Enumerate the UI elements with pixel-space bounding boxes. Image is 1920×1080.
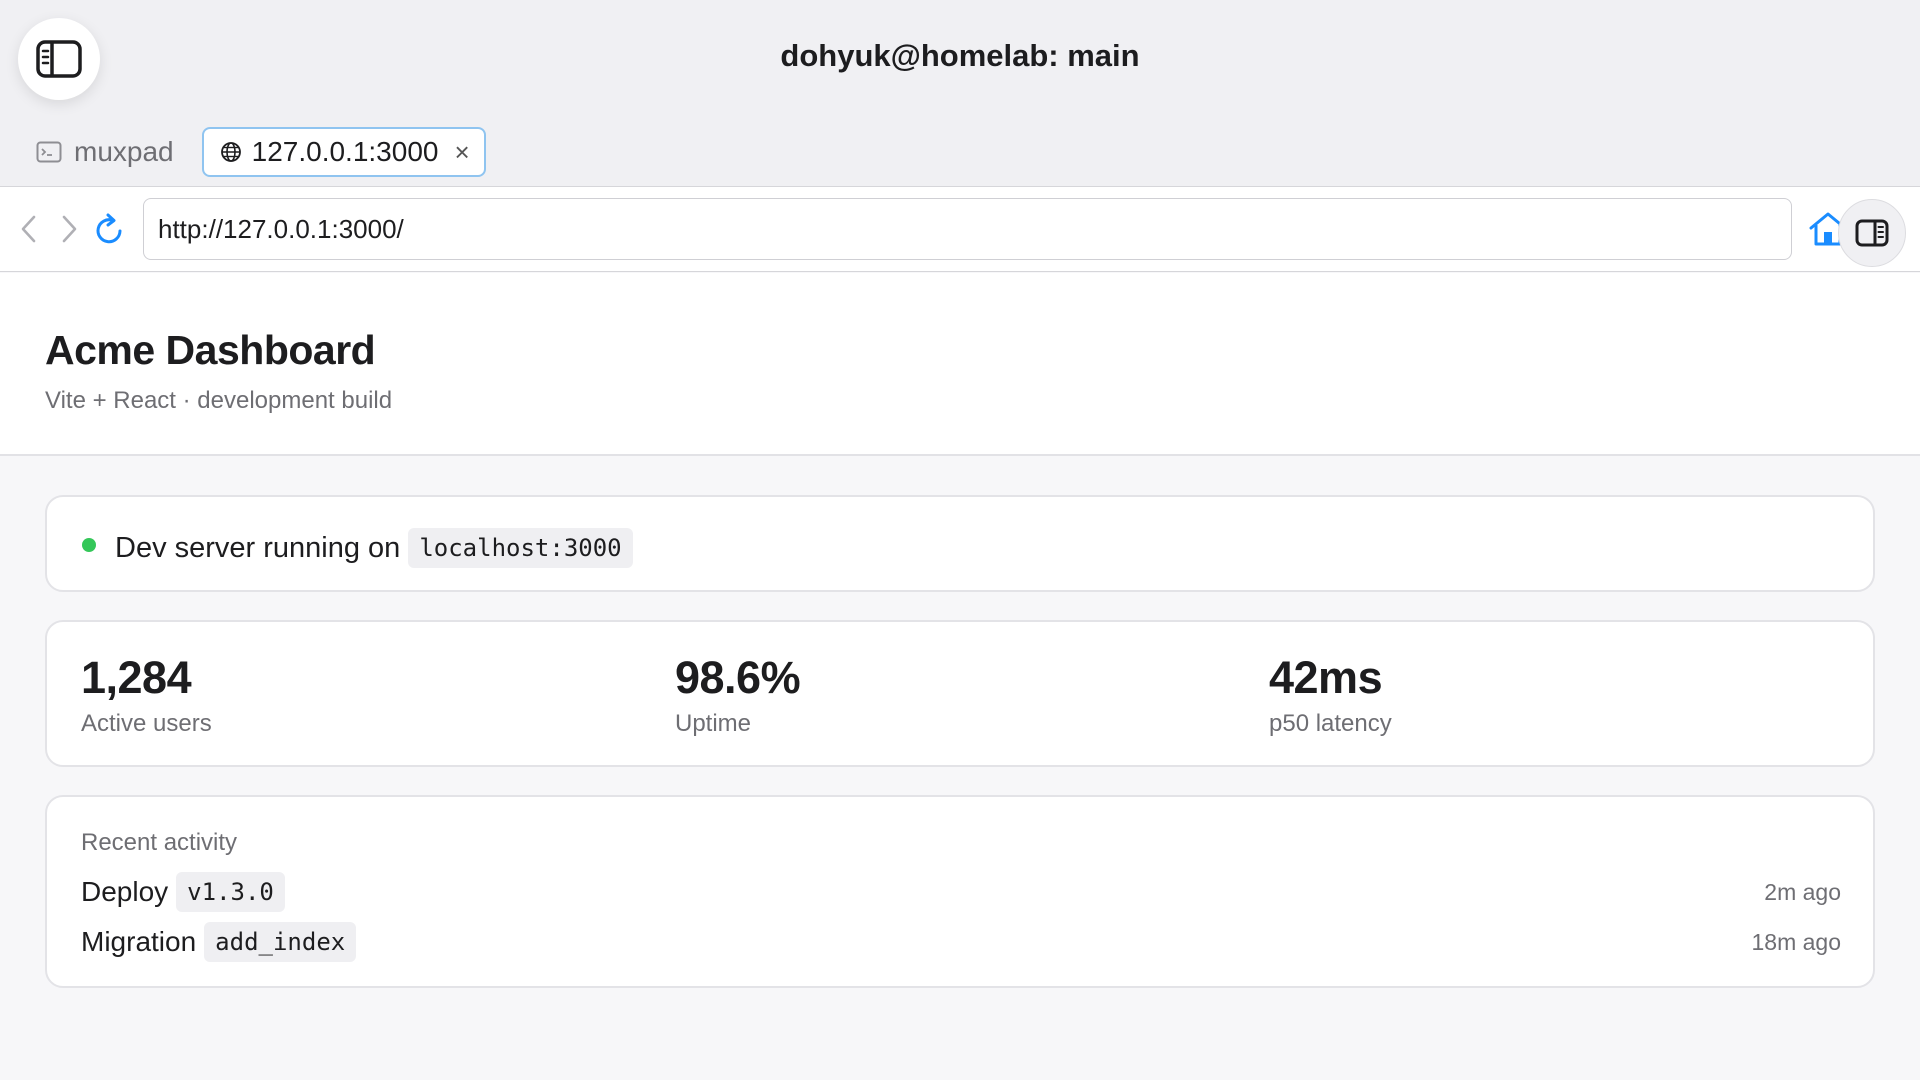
server-status-card: Dev server running on localhost:3000	[45, 495, 1875, 592]
activity-time: 18m ago	[1751, 928, 1841, 955]
chevron-left-icon	[21, 215, 36, 243]
activity-code: add_index	[204, 922, 357, 962]
stat-active-users: 1,284 Active users	[81, 652, 212, 738]
close-icon[interactable]: ×	[454, 139, 469, 165]
stats-card: 1,284 Active users 98.6% Uptime 42ms p50…	[45, 620, 1875, 767]
page-subtitle: Vite + React · development build	[45, 387, 393, 414]
host-code: localhost:3000	[408, 528, 633, 568]
tab-label: muxpad	[74, 136, 174, 167]
tab-muxpad[interactable]: muxpad	[28, 127, 174, 177]
activity-label: Migration	[81, 926, 197, 957]
forward-button[interactable]	[52, 211, 86, 247]
tab-localhost[interactable]: 127.0.0.1:3000 ×	[201, 127, 486, 177]
activity-code: v1.3.0	[176, 872, 285, 912]
globe-icon	[220, 142, 241, 162]
stat-uptime: 98.6% Uptime	[675, 652, 801, 738]
status-message: Dev server running on localhost:3000	[115, 528, 633, 568]
activity-time: 2m ago	[1764, 878, 1841, 905]
page-title: Acme Dashboard	[45, 327, 376, 373]
reload-button[interactable]	[93, 211, 127, 247]
tab-strip: muxpad 127.0.0.1:3000 ×	[28, 126, 486, 178]
back-button[interactable]	[12, 211, 46, 247]
side-panel-button[interactable]	[1838, 199, 1906, 267]
stat-latency: 42ms p50 latency	[1269, 652, 1392, 738]
status-text: Dev server running on	[115, 531, 401, 564]
stat-value: 1,284	[81, 652, 192, 703]
terminal-icon	[36, 141, 62, 163]
activity-label: Deploy	[81, 876, 169, 907]
side-panel-icon	[1855, 219, 1889, 247]
window-title: dohyuk@homelab: main	[780, 38, 1140, 73]
status-indicator	[82, 538, 96, 552]
stat-label: Active users	[81, 710, 212, 737]
page-header: Acme Dashboard Vite + React · developmen…	[0, 273, 1920, 456]
activity-description: Deploy v1.3.0	[81, 872, 285, 912]
activity-item: Deploy v1.3.0 2m ago	[81, 872, 1841, 912]
recent-activity-card: Recent activity Deploy v1.3.0 2m ago Mig…	[45, 795, 1875, 988]
stat-value: 42ms	[1269, 652, 1383, 703]
address-bar[interactable]	[143, 198, 1792, 260]
navigation-bar	[0, 186, 1920, 272]
activity-heading: Recent activity	[81, 829, 238, 856]
reload-icon	[96, 213, 122, 244]
window-titlebar: dohyuk@homelab: main muxpad 127.0.0.1:30…	[0, 0, 1920, 186]
stat-label: p50 latency	[1269, 710, 1392, 737]
chevron-right-icon	[62, 215, 77, 243]
activity-description: Migration add_index	[81, 922, 357, 962]
tab-label: 127.0.0.1:3000	[251, 136, 439, 167]
activity-item: Migration add_index 18m ago	[81, 922, 1841, 962]
stat-label: Uptime	[675, 710, 752, 737]
stat-value: 98.6%	[675, 652, 801, 703]
